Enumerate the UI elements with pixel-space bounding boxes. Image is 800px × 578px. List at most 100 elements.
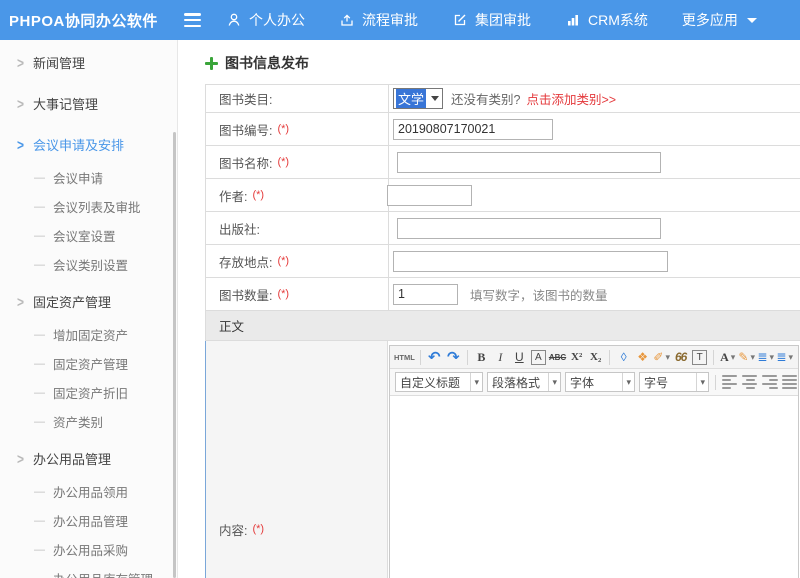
eraser-icon[interactable]: ◊: [615, 348, 632, 366]
chevron-right-icon: >: [17, 450, 24, 467]
sidebar-item-4-2[interactable]: —办公用品采购: [0, 535, 177, 564]
chevron-right-icon: >: [17, 95, 24, 112]
font-color-box-icon[interactable]: A: [531, 350, 546, 365]
align-left-icon[interactable]: [722, 374, 738, 390]
form-row-book-name: 图书名称: (*): [206, 146, 800, 179]
underline-icon[interactable]: U: [511, 348, 528, 366]
editor-toolbar-row2: 自定义标题▾段落格式▾字体▾字号▾∞∞: [390, 369, 798, 396]
sidebar-group-0[interactable]: >新闻管理: [0, 44, 177, 81]
sidebar-group-label: 办公用品管理: [33, 449, 111, 468]
dash-icon: —: [34, 486, 45, 498]
undo-icon[interactable]: ↶: [426, 348, 443, 366]
sidebar-item-label: 增加固定资产: [53, 325, 128, 344]
sidebar-group-label: 会议申请及安排: [33, 135, 124, 154]
top-nav: 个人办公 流程审批 集团审批 CRM系统 更多应用: [226, 10, 791, 30]
ordered-list-icon[interactable]: ≣: [757, 348, 774, 366]
bold-icon[interactable]: B: [473, 348, 490, 366]
sidebar-group-4[interactable]: > 办公用品管理: [0, 440, 177, 477]
body-section-header: 正文: [206, 311, 800, 341]
sidebar-item-label: 会议列表及审批: [53, 197, 141, 216]
align-justify-icon[interactable]: [782, 374, 798, 390]
toolbar-separator: [420, 350, 421, 365]
superscript-icon[interactable]: X²: [568, 348, 585, 366]
top-nav-item-1[interactable]: 流程审批: [339, 10, 418, 30]
strikethrough-icon[interactable]: ABC: [549, 348, 566, 366]
italic-icon[interactable]: I: [492, 348, 509, 366]
paste-text-icon[interactable]: T: [692, 350, 707, 365]
font-color-icon[interactable]: A: [719, 348, 736, 366]
dash-icon: —: [34, 329, 45, 341]
sidebar-item-label: 办公用品管理: [53, 511, 128, 530]
highlight-pen-icon[interactable]: ✎: [738, 348, 755, 366]
caret-down-icon: ▾: [548, 373, 560, 391]
sidebar-item-3-1[interactable]: —固定资产管理: [0, 349, 177, 378]
sidebar-item-2-3[interactable]: —会议类别设置: [0, 250, 177, 279]
html-source-icon[interactable]: HTML: [394, 348, 415, 366]
form-row-category: 图书类目: 文学 还没有类别? 点击添加类别>>: [206, 85, 800, 113]
sidebar-item-label: 会议类别设置: [53, 255, 128, 274]
quantity-hint: 填写数字，该图书的数量: [470, 285, 608, 304]
toolbar-separator: [609, 350, 610, 365]
form-row-content: 内容: (*) HTML↶↷BIUAABCX²X₂◊❖✐66TA✎≣≣ 自定义标…: [206, 341, 800, 578]
book-no-input[interactable]: [393, 119, 553, 140]
publisher-label: 出版社:: [219, 219, 260, 238]
top-nav-item-0[interactable]: 个人办公: [226, 10, 305, 30]
sidebar-group-1[interactable]: > 大事记管理: [0, 85, 177, 122]
select-caret-icon: [431, 96, 439, 101]
subscript-icon[interactable]: X₂: [587, 348, 604, 366]
hamburger-menu-icon[interactable]: [184, 13, 204, 27]
sidebar-group-2[interactable]: >会议申请及安排: [0, 126, 177, 163]
content-label: 内容:: [219, 520, 247, 539]
quantity-input[interactable]: [393, 284, 458, 305]
add-category-link[interactable]: 点击添加类别>>: [526, 89, 616, 108]
publisher-input[interactable]: [397, 218, 661, 239]
align-center-icon[interactable]: [742, 374, 758, 390]
book-form: 图书类目: 文学 还没有类别? 点击添加类别>> 图书编号: (*) 图书名称:: [205, 84, 800, 578]
top-nav-label: CRM系统: [588, 10, 648, 30]
custom-title-select-label: 自定义标题: [400, 374, 460, 391]
custom-title-select[interactable]: 自定义标题▾: [395, 372, 483, 392]
sidebar-group-label: 新闻管理: [33, 53, 85, 72]
align-right-icon[interactable]: [762, 374, 778, 390]
flow-approval-icon: [339, 12, 355, 28]
sidebar-item-2-1[interactable]: —会议列表及审批: [0, 192, 177, 221]
blockquote-icon[interactable]: 66: [672, 348, 689, 366]
sidebar-item-4-1[interactable]: —办公用品管理: [0, 506, 177, 535]
unordered-list-icon[interactable]: ≣: [776, 348, 793, 366]
sidebar-item-3-2[interactable]: —固定资产折旧: [0, 378, 177, 407]
required-mark: (*): [277, 156, 289, 168]
category-label: 图书类目:: [219, 89, 272, 108]
editor-toolbar-row1: HTML↶↷BIUAABCX²X₂◊❖✐66TA✎≣≣: [390, 346, 798, 369]
redo-icon[interactable]: ↷: [445, 348, 462, 366]
form-row-location: 存放地点: (*): [206, 245, 800, 278]
sidebar-item-2-0[interactable]: —会议申请: [0, 163, 177, 192]
editor-canvas[interactable]: [390, 396, 798, 578]
sidebar-item-3-0[interactable]: — 增加固定资产: [0, 320, 177, 349]
location-input[interactable]: [393, 251, 668, 272]
sidebar-scrollbar[interactable]: [173, 132, 176, 578]
sidebar-item-4-0[interactable]: —办公用品领用: [0, 477, 177, 506]
top-nav-item-2[interactable]: 集团审批: [452, 10, 531, 30]
book-no-label: 图书编号:: [219, 120, 272, 139]
paragraph-format-select[interactable]: 段落格式 ▾: [487, 372, 561, 392]
app-logo: PHPOA协同办公软件: [0, 10, 178, 31]
top-nav-item-3[interactable]: CRM系统: [565, 10, 648, 30]
author-input[interactable]: [387, 185, 472, 206]
dash-icon: —: [34, 358, 45, 370]
required-mark: (*): [252, 523, 264, 535]
font-size-select[interactable]: 字号▾: [639, 372, 709, 392]
top-nav-item-4[interactable]: 更多应用: [682, 10, 757, 30]
sidebar-group-3[interactable]: >固定资产管理: [0, 283, 177, 320]
sidebar-group-label: 大事记管理: [33, 94, 98, 113]
paragraph-format-select-label: 段落格式: [492, 374, 540, 391]
font-family-select[interactable]: 字体▾: [565, 372, 635, 392]
format-painter-icon[interactable]: ✐: [653, 348, 670, 366]
sidebar-item-4-3[interactable]: —办公用品库存管理: [0, 564, 177, 578]
font-size-select-label: 字号: [644, 374, 668, 391]
toolbar-separator: [467, 350, 468, 365]
clean-format-icon[interactable]: ❖: [634, 348, 651, 366]
category-select[interactable]: 文学: [393, 88, 443, 109]
book-name-input[interactable]: [397, 152, 661, 173]
sidebar-item-3-3[interactable]: —资产类别: [0, 407, 177, 436]
sidebar-item-2-2[interactable]: —会议室设置: [0, 221, 177, 250]
